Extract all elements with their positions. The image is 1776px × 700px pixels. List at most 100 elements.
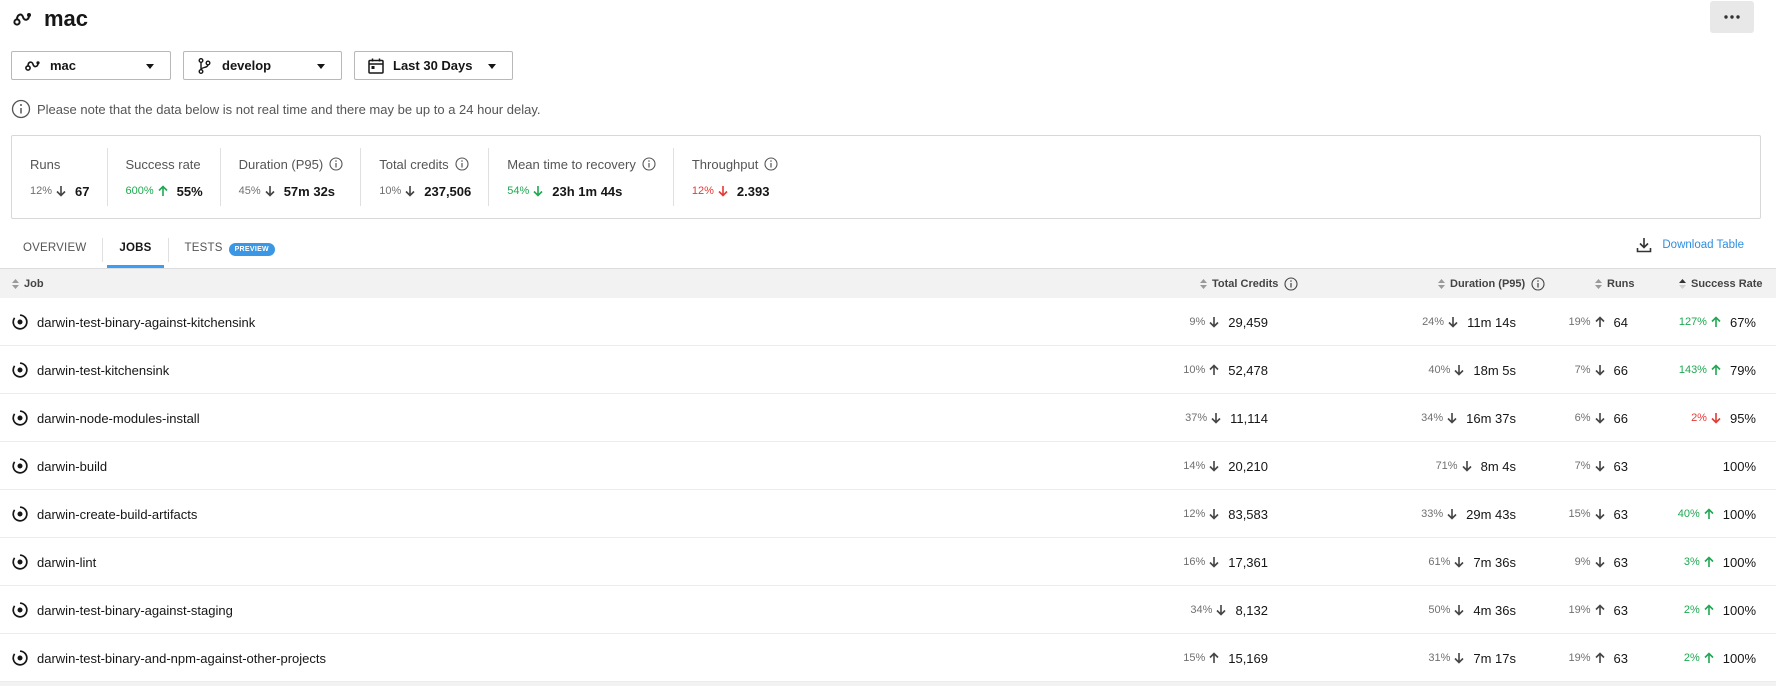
credits-cell: 10% 52,478: [1183, 346, 1268, 394]
sort-icon: [1200, 279, 1207, 289]
column-header-duration-label: Duration (P95): [1450, 278, 1526, 290]
arrow-up-icon: [1711, 364, 1721, 375]
info-icon[interactable]: [764, 157, 778, 171]
job-cell[interactable]: darwin-test-binary-and-npm-against-other…: [12, 634, 326, 682]
chevron-down-icon: [146, 64, 154, 69]
credits-change-percent: 14%: [1183, 460, 1206, 472]
column-header-credits-label: Total Credits: [1212, 278, 1279, 290]
metric-change-percent: 10%: [379, 185, 402, 197]
arrow-down-icon: [1454, 557, 1464, 568]
download-table-link[interactable]: Download Table: [1635, 236, 1744, 254]
duration-change-percent: 31%: [1428, 652, 1451, 664]
table-row[interactable]: darwin-build 14% 20,210 71% 8m 4s 7% 63 100%: [0, 442, 1776, 490]
table-row[interactable]: darwin-test-kitchensink 10% 52,478 40% 18m 5…: [0, 346, 1776, 394]
metric-value: 67: [75, 183, 90, 199]
column-header-duration[interactable]: Duration (P95): [1438, 269, 1545, 299]
arrow-down-icon: [1211, 413, 1221, 424]
job-cell[interactable]: darwin-build: [12, 442, 107, 490]
tab-overview-label: OVERVIEW: [23, 242, 87, 254]
table-row[interactable]: darwin-lint 16% 17,361 61% 7m 36s 9% 63 3% 100%: [0, 538, 1776, 586]
info-icon[interactable]: [329, 157, 343, 171]
duration-value: 16m 37s: [1466, 410, 1516, 426]
runs-change-percent: 15%: [1568, 508, 1591, 520]
column-header-success[interactable]: Success Rate: [1679, 269, 1763, 299]
job-name: darwin-test-kitchensink: [37, 362, 170, 378]
metric-value: 57m 32s: [283, 183, 336, 199]
job-icon: [12, 362, 28, 378]
table-row[interactable]: darwin-node-modules-install 37% 11,114 34% 1…: [0, 394, 1776, 442]
runs-cell: 7% 63: [1575, 442, 1628, 490]
job-name: darwin-node-modules-install: [37, 410, 200, 426]
arrow-down-icon: [1594, 557, 1605, 568]
sort-icon: [1595, 279, 1602, 289]
metric-value: 23h 1m 44s: [552, 183, 623, 199]
duration-change-percent: 34%: [1421, 412, 1444, 424]
branch-select[interactable]: develop: [183, 51, 342, 80]
runs-value: 63: [1613, 554, 1628, 570]
job-cell[interactable]: darwin-lint: [12, 538, 96, 586]
arrow-down-icon: [718, 186, 728, 197]
metric-runs: Runs 12% 67: [12, 136, 108, 218]
duration-change-percent: 33%: [1421, 508, 1444, 520]
credits-change-percent: 16%: [1183, 556, 1206, 568]
table-row[interactable]: darwin-test-binary-against-staging 34% 8,1…: [0, 586, 1776, 634]
info-icon[interactable]: [455, 157, 469, 171]
tab-tests[interactable]: TESTS PREVIEW: [173, 234, 287, 268]
job-icon: [12, 458, 28, 474]
credits-cell: 14% 20,210: [1183, 442, 1268, 490]
job-name: darwin-test-binary-and-npm-against-other…: [37, 650, 327, 666]
arrow-up-icon: [1711, 316, 1721, 327]
table-header: Job Total Credits Duration (P95) Runs Su…: [0, 268, 1776, 298]
tab-jobs[interactable]: JOBS: [107, 234, 164, 268]
preview-badge: PREVIEW: [228, 243, 275, 256]
duration-value: 8m 4s: [1480, 458, 1516, 474]
table-row[interactable]: darwin-test-binary-against-kitchensink 9%…: [0, 298, 1776, 346]
success-cell: 127% 67%: [1679, 298, 1756, 346]
table-row[interactable]: darwin-test-binary-and-npm-against-other…: [0, 634, 1776, 682]
arrow-down-icon: [1462, 461, 1472, 472]
table-row[interactable]: darwin-create-build-artifacts 12% 83,583 33…: [0, 490, 1776, 538]
info-icon[interactable]: [642, 157, 656, 171]
job-cell[interactable]: darwin-node-modules-install: [12, 394, 200, 442]
runs-cell: 19% 64: [1569, 298, 1629, 346]
column-header-job[interactable]: Job: [12, 269, 44, 299]
metric-values: 45% 57m 32s: [239, 182, 344, 200]
runs-value: 64: [1613, 314, 1628, 330]
tab-divider: [102, 238, 104, 262]
job-icon: [12, 506, 28, 522]
column-header-runs[interactable]: Runs: [1595, 269, 1635, 299]
column-header-credits[interactable]: Total Credits: [1200, 269, 1298, 299]
arrow-up-icon: [1209, 652, 1219, 663]
workflow-icon: [13, 13, 31, 26]
info-icon[interactable]: [1284, 277, 1298, 291]
arrow-down-icon: [1594, 509, 1605, 520]
job-cell[interactable]: darwin-test-binary-against-staging: [12, 586, 233, 634]
more-icon: [1724, 15, 1740, 19]
duration-value: 18m 5s: [1473, 362, 1516, 378]
runs-change-percent: 9%: [1574, 556, 1591, 568]
duration-cell: 71% 8m 4s: [1436, 442, 1516, 490]
job-cell[interactable]: darwin-create-build-artifacts: [12, 490, 197, 538]
workflow-icon: [25, 60, 40, 71]
table-body: darwin-test-binary-against-kitchensink 9%…: [0, 298, 1776, 682]
arrow-down-icon: [1594, 413, 1605, 424]
jobs-table: Job Total Credits Duration (P95) Runs Su…: [0, 268, 1776, 686]
duration-change-percent: 50%: [1428, 604, 1451, 616]
metric-total-credits: Total credits 10% 237,506: [361, 136, 490, 218]
arrow-down-icon: [1209, 317, 1219, 328]
tab-tests-label: TESTS: [184, 242, 223, 254]
info-icon[interactable]: [1531, 277, 1545, 291]
credits-value: 20,210: [1228, 458, 1268, 474]
duration-cell: 33% 29m 43s: [1421, 490, 1516, 538]
tab-overview[interactable]: OVERVIEW: [11, 234, 98, 268]
workflow-select[interactable]: mac: [11, 51, 171, 80]
job-cell[interactable]: darwin-test-kitchensink: [12, 346, 169, 394]
metric-values: 600% 55%: [126, 182, 203, 200]
arrow-up-icon: [1594, 316, 1605, 327]
arrow-down-icon: [1454, 653, 1464, 664]
job-cell[interactable]: darwin-test-binary-against-kitchensink: [12, 298, 255, 346]
date-range-select[interactable]: Last 30 Days: [354, 51, 513, 80]
success-cell: 2% 100%: [1684, 586, 1756, 634]
runs-cell: 6% 66: [1575, 394, 1628, 442]
more-options-button[interactable]: [1710, 1, 1754, 33]
